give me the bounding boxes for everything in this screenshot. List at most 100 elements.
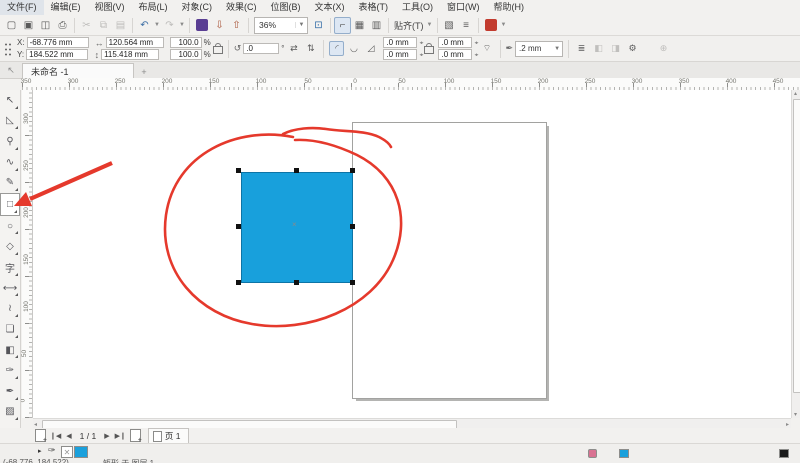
redo-dropdown-arrow[interactable]: ▼ (178, 17, 186, 34)
pick-tool[interactable]: ↖ (0, 90, 20, 111)
menu-item-window[interactable]: 窗口(W) (440, 0, 487, 15)
corner-radius-field-4[interactable]: .0 mm (438, 49, 473, 60)
to-front-button[interactable]: ◧ (591, 41, 606, 56)
spinner[interactable]: ◂▸ (419, 52, 423, 58)
vertical-scrollbar[interactable]: ▴ ▾ (791, 90, 800, 418)
transparency-tool[interactable]: ◧ (0, 340, 20, 361)
outline-color-swatch[interactable] (779, 449, 789, 458)
export-button[interactable]: ⇧ (228, 17, 245, 34)
paste-button[interactable]: ▤ (112, 17, 129, 34)
last-page-button[interactable]: ▶❙ (114, 432, 127, 440)
outline-width-combobox[interactable]: .2 mm ▼ (515, 40, 564, 57)
selection-handle-bottom-middle[interactable] (294, 280, 299, 285)
selection-handle-top-middle[interactable] (294, 168, 299, 173)
new-document-tab-button[interactable]: + (136, 65, 152, 78)
menu-item-layout[interactable]: 布局(L) (132, 0, 175, 15)
zoom-tool[interactable]: ⚲ (0, 131, 20, 152)
connector-tool[interactable]: ≀ (0, 298, 20, 319)
menu-item-table[interactable]: 表格(T) (352, 0, 396, 15)
welcome-screen-dropdown[interactable] (484, 19, 497, 31)
first-page-button[interactable]: ❙◀ (49, 432, 62, 440)
menu-item-view[interactable]: 视图(V) (88, 0, 132, 15)
no-fill-swatch[interactable]: ✕ (61, 446, 73, 458)
menu-item-bitmaps[interactable]: 位图(B) (264, 0, 308, 15)
drawing-canvas[interactable]: × (33, 90, 791, 418)
selection-handle-middle-left[interactable] (236, 224, 241, 229)
object-width-field[interactable]: 120.564 mm (105, 37, 164, 48)
corner-radius-field-1[interactable]: .0 mm (383, 37, 418, 48)
add-page-button-2[interactable] (129, 429, 142, 444)
mirror-horizontal-button[interactable]: ⇄ (286, 41, 301, 56)
color-eyedropper-tool[interactable]: ✑ (0, 360, 20, 381)
palette-icon[interactable] (588, 449, 597, 458)
mirror-vertical-button[interactable]: ⇅ (303, 41, 318, 56)
redo-button[interactable]: ↷ (161, 17, 178, 34)
print-button[interactable]: ⎙ (54, 17, 71, 34)
align-list-button[interactable]: ≡ (458, 17, 475, 34)
x-position-field[interactable]: -68.776 mm (26, 37, 89, 48)
scale-horizontal-field[interactable]: 100.0 (169, 37, 202, 48)
relative-corner-scaling-toggle[interactable]: ⌔ (480, 41, 495, 56)
drop-shadow-tool[interactable]: ❏ (0, 319, 20, 340)
artistic-media-tool[interactable]: ✎ (0, 173, 20, 194)
previous-page-button[interactable]: ◀ (65, 432, 72, 440)
menu-item-tools[interactable]: 工具(O) (395, 0, 440, 15)
selection-handle-bottom-left[interactable] (236, 280, 241, 285)
shape-tool[interactable]: ◺ (0, 111, 20, 132)
undo-button[interactable]: ↶ (136, 17, 153, 34)
edit-corners-together-toggle[interactable] (424, 43, 435, 54)
outline-pen-tool[interactable]: ✒ (0, 381, 20, 402)
ellipse-tool[interactable]: ○ (0, 216, 20, 237)
save-button[interactable]: ◫ (37, 17, 54, 34)
scalloped-corner-button[interactable]: ◡ (346, 41, 361, 56)
menu-item-effects[interactable]: 效果(C) (219, 0, 264, 15)
undo-dropdown-arrow[interactable]: ▼ (153, 17, 161, 34)
selection-handle-middle-right[interactable] (350, 224, 355, 229)
show-guidelines-toggle[interactable]: ▥ (368, 17, 385, 34)
next-page-button[interactable]: ▶ (103, 432, 110, 440)
fill-tool[interactable]: ▨ (0, 402, 20, 423)
menu-item-object[interactable]: 对象(C) (175, 0, 220, 15)
corner-radius-field-2[interactable]: .0 mm (438, 37, 473, 48)
object-height-field[interactable]: 115.418 mm (101, 49, 160, 60)
vertical-scrollbar-thumb[interactable] (793, 99, 800, 393)
app-launcher-button[interactable] (196, 19, 208, 31)
selection-center-marker[interactable]: × (292, 220, 297, 229)
lock-ratio-toggle[interactable] (212, 43, 223, 54)
wrap-text-button[interactable]: ≣ (574, 41, 589, 56)
rotation-angle-field[interactable]: .0 (243, 43, 280, 54)
scale-vertical-field[interactable]: 100.0 (169, 49, 202, 60)
document-tab-untitled[interactable]: 未命名 -1 (22, 63, 134, 78)
welcome-screen-dropdown-arrow[interactable]: ▼ (500, 17, 508, 34)
rectangle-tool[interactable]: □ (0, 193, 20, 216)
page-tab-1[interactable]: 页 1 (147, 428, 190, 443)
spinner[interactable]: ◂▸ (474, 40, 478, 46)
open-button[interactable]: ▣ (20, 17, 37, 34)
selection-handle-top-left[interactable] (236, 168, 241, 173)
menu-item-edit[interactable]: 编辑(E) (44, 0, 88, 15)
fill-color-swatch[interactable] (619, 449, 629, 458)
horizontal-scrollbar[interactable]: ◂ ▸ (33, 418, 791, 429)
zoom-level-combobox[interactable]: 36% ▼ (254, 16, 308, 34)
blue-rectangle-shape[interactable] (241, 172, 353, 283)
options-button[interactable]: ▧ (441, 17, 458, 34)
to-back-button[interactable]: ◨ (608, 41, 623, 56)
selection-handle-bottom-right[interactable] (350, 280, 355, 285)
scroll-right-icon[interactable]: ▸ (786, 421, 789, 428)
menu-item-file[interactable]: 文件(F) (0, 0, 44, 15)
snap-to-dropdown[interactable]: 贴齐(T) ▼ (392, 17, 434, 34)
freehand-tool[interactable]: ∿ (0, 152, 20, 173)
copy-button[interactable]: ⧉ (95, 17, 112, 34)
dimension-tool[interactable]: ⟷ (0, 278, 20, 299)
settings-gear-icon[interactable]: ⚙ (625, 41, 640, 56)
palette-flyout-icon[interactable]: ▸ (38, 447, 42, 455)
scroll-down-icon[interactable]: ▾ (794, 411, 797, 418)
chamfered-corner-button[interactable]: ◿ (363, 41, 378, 56)
fullscreen-preview-button[interactable]: ⊡ (310, 17, 327, 34)
spinner[interactable]: ◂▸ (474, 52, 478, 58)
selection-handle-top-right[interactable] (350, 168, 355, 173)
document-palette-blue-swatch[interactable] (74, 446, 88, 458)
show-grid-toggle[interactable]: ▦ (351, 17, 368, 34)
import-button[interactable]: ⇩ (211, 17, 228, 34)
new-button[interactable]: ▢ (3, 17, 20, 34)
